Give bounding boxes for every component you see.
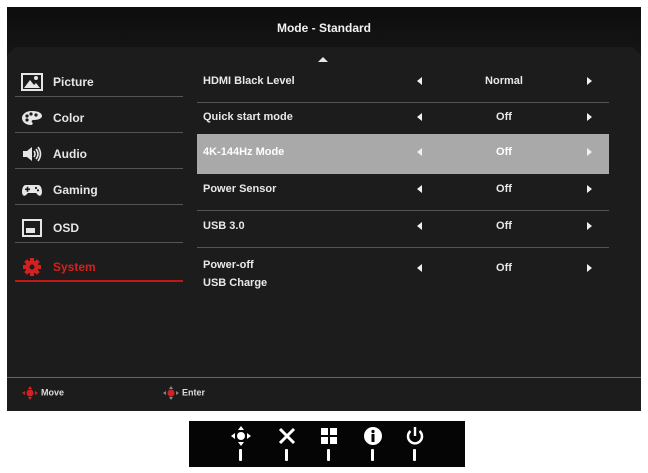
sidebar-item-label: System	[53, 260, 96, 274]
button-stem	[371, 449, 374, 461]
picture-icon	[21, 73, 43, 91]
move-hint: Move	[21, 386, 64, 400]
osd-menu: Mode - Standard Picture Color Audio Gami…	[7, 7, 641, 411]
enter-label: Enter	[182, 387, 206, 398]
button-stem	[239, 449, 242, 461]
palette-icon	[22, 111, 42, 125]
arrow-right-icon[interactable]	[587, 113, 592, 121]
info-icon	[364, 427, 382, 445]
sidebar-item-label: OSD	[53, 221, 80, 235]
gamepad-icon	[22, 185, 42, 196]
scroll-up-arrow-icon[interactable]	[318, 57, 328, 62]
setting-row-power-sensor[interactable]: Power Sensor Off	[197, 171, 609, 211]
divider	[15, 242, 183, 243]
divider	[15, 204, 183, 205]
sidebar-item-osd[interactable]: OSD	[15, 213, 191, 243]
setting-value: Off	[496, 183, 512, 195]
arrow-right-icon[interactable]	[587, 185, 592, 193]
grid-button[interactable]	[317, 425, 341, 465]
sidebar-item-system[interactable]: System	[15, 252, 191, 282]
divider	[15, 132, 183, 133]
power-icon	[406, 427, 424, 445]
sidebar-item-gaming[interactable]: Gaming	[15, 175, 191, 205]
arrow-left-icon[interactable]	[417, 113, 422, 121]
move-label: Move	[41, 387, 65, 398]
sidebar-item-picture[interactable]: Picture	[15, 67, 191, 97]
button-stem	[285, 449, 288, 461]
sidebar-item-label: Gaming	[53, 183, 98, 197]
gear-icon	[23, 258, 41, 276]
close-button[interactable]	[275, 425, 299, 465]
close-icon	[278, 427, 296, 445]
setting-label: Power-off USB Charge	[203, 259, 268, 289]
setting-label: USB 3.0	[203, 220, 245, 232]
setting-value: Off	[496, 111, 512, 123]
setting-label: Power Sensor	[203, 183, 277, 195]
title-bar: Mode - Standard	[7, 7, 641, 47]
setting-label: 4K-144Hz Mode	[203, 146, 285, 158]
arrow-left-icon[interactable]	[417, 77, 422, 85]
setting-value: Normal	[485, 75, 523, 87]
divider	[15, 168, 183, 169]
info-button[interactable]	[361, 425, 385, 465]
setting-value: Off	[496, 220, 512, 232]
osd-window-icon	[22, 219, 42, 237]
footer-divider	[7, 377, 641, 378]
setting-row-hdmi-black-level[interactable]: HDMI Black Level Normal	[197, 63, 609, 103]
power-button[interactable]	[403, 425, 427, 465]
arrow-left-icon[interactable]	[417, 222, 422, 230]
monitor-button-bar	[189, 421, 465, 467]
arrow-right-icon[interactable]	[587, 222, 592, 230]
setting-row-quick-start-mode[interactable]: Quick start mode Off	[197, 99, 609, 139]
arrow-left-icon[interactable]	[417, 185, 422, 193]
button-stem	[413, 449, 416, 461]
sidebar-item-audio[interactable]: Audio	[15, 139, 191, 169]
sidebar-item-label: Audio	[53, 147, 87, 161]
joystick-enter-icon	[163, 386, 179, 400]
setting-row-4k-144hz-mode[interactable]: 4K-144Hz Mode Off	[197, 134, 609, 174]
active-indicator	[15, 280, 183, 282]
joystick-button[interactable]	[229, 425, 253, 465]
enter-hint: Enter	[162, 386, 205, 400]
sidebar-item-label: Color	[53, 111, 85, 125]
button-stem	[327, 449, 330, 461]
arrow-right-icon[interactable]	[587, 77, 592, 85]
grid-icon	[321, 428, 337, 444]
setting-row-usb-3-0[interactable]: USB 3.0 Off	[197, 208, 609, 248]
setting-value: Off	[496, 146, 512, 158]
setting-row-power-off-usb-charge[interactable]: Power-off USB Charge Off	[197, 248, 609, 296]
menu-title: Mode - Standard	[276, 21, 371, 35]
divider	[15, 96, 183, 97]
sidebar-item-label: Picture	[53, 75, 94, 89]
title-notch-left	[7, 47, 15, 55]
setting-value: Off	[496, 262, 512, 274]
arrow-right-icon[interactable]	[587, 264, 592, 272]
setting-label: HDMI Black Level	[203, 75, 295, 87]
arrow-left-icon[interactable]	[417, 148, 422, 156]
setting-label: Quick start mode	[203, 111, 293, 123]
arrow-right-icon[interactable]	[587, 148, 592, 156]
speaker-icon	[23, 146, 42, 162]
title-notch-right	[633, 47, 641, 55]
joystick-move-icon	[22, 386, 38, 400]
joystick-icon	[231, 426, 251, 446]
sidebar-item-color[interactable]: Color	[15, 103, 191, 133]
arrow-left-icon[interactable]	[417, 264, 422, 272]
